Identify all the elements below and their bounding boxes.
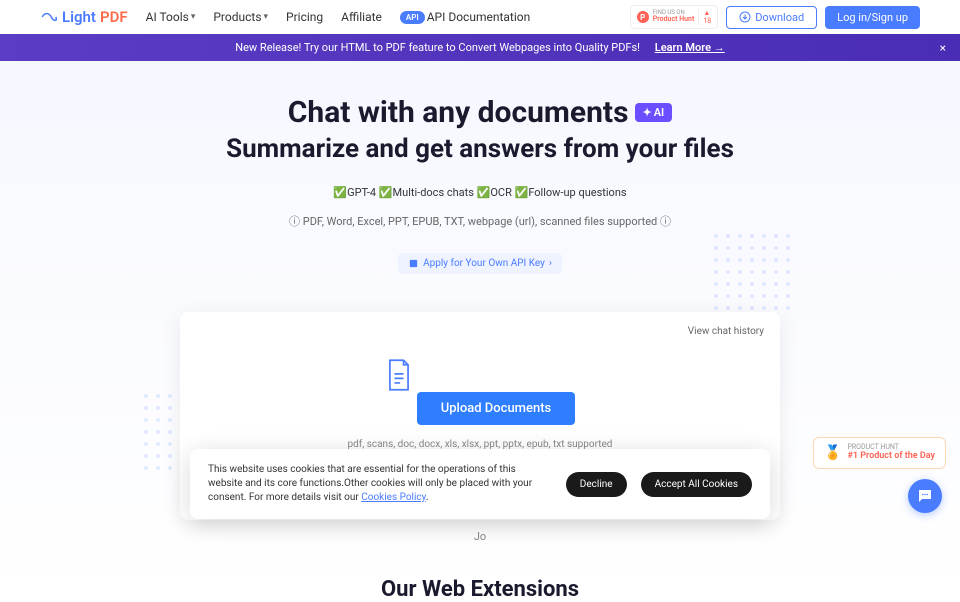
product-hunt-badge[interactable]: P FIND US ON Product Hunt ▲18 [630,5,718,29]
nav-affiliate[interactable]: Affiliate [341,10,382,24]
hero: Chat with any documents ✦ AI Summarize a… [0,61,960,292]
download-button[interactable]: Download [726,6,817,29]
header-left: LightPDF AI Tools▾ Products▾ Pricing Aff… [40,8,530,26]
supported-formats: ⓘ PDF, Word, Excel, PPT, EPUB, TXT, webp… [0,213,960,229]
extensions-title: Our Web Extensions [0,577,960,602]
supported-text: PDF, Word, Excel, PPT, EPUB, TXT, webpag… [303,215,657,228]
check-icon: ✅ [333,186,347,199]
upload-button[interactable]: Upload Documents [417,392,576,425]
promo-banner: New Release! Try our HTML to PDF feature… [0,34,960,61]
ph-count: ▲18 [698,9,711,25]
product-hunt-icon: P [637,11,649,23]
ai-badge: ✦ AI [635,103,673,122]
chevron-down-icon: ▾ [264,12,269,22]
view-history-link[interactable]: View chat history [688,326,764,337]
nav-products[interactable]: Products▾ [213,10,268,24]
nav-api-documentation[interactable]: APIAPI Documentation [400,10,530,24]
features: ✅GPT-4 ✅Multi-docs chats ✅OCR ✅Follow-up… [0,186,960,199]
nav-label: AI Tools [146,10,189,24]
ai-badge-text: AI [654,106,665,119]
feature-text: GPT-4 [347,186,376,199]
learn-label: Learn More [655,41,711,54]
check-icon: ✅ [379,186,393,199]
product-hunt-float[interactable]: 🏅 PRODUCT HUNT #1 Product of the Day [813,437,946,469]
ph-name: Product Hunt [653,16,695,24]
ph-text: FIND US ON Product Hunt [653,10,695,24]
feature-text: Follow-up questions [528,186,626,199]
medal-icon: 🏅 [824,445,841,461]
cookie-decline-button[interactable]: Decline [566,472,627,497]
check-icon: ✅ [515,186,529,199]
logo-text-pdf: PDF [100,8,128,26]
api-key-button[interactable]: Apply for Your Own API Key › [398,253,562,274]
cookie-text: This website uses cookies that are essen… [208,463,552,505]
ph-float-text: PRODUCT HUNT #1 Product of the Day [847,444,935,462]
banner-learn-more[interactable]: Learn More → [655,41,725,54]
logo-text-light: Light [62,8,96,26]
hero-title-text: Chat with any documents [288,95,629,130]
header: LightPDF AI Tools▾ Products▾ Pricing Aff… [0,0,960,34]
document-icon [385,358,413,392]
cookie-policy-link[interactable]: Cookies Policy [361,492,426,503]
nav-label: Products [213,10,261,24]
banner-close-icon[interactable]: × [940,41,946,55]
header-right: P FIND US ON Product Hunt ▲18 Download L… [630,5,920,29]
banner-text: New Release! Try our HTML to PDF feature… [235,41,640,54]
cookie-banner: This website uses cookies that are essen… [190,449,770,519]
chat-icon [916,487,934,505]
ph-float-bottom: #1 Product of the Day [847,452,935,462]
api-key-label: Apply for Your Own API Key [423,258,545,269]
logo-icon [40,8,58,26]
hero-title: Chat with any documents ✦ AI [288,95,672,130]
download-label: Download [755,11,804,24]
key-icon [408,258,419,269]
api-icon: API [400,11,425,24]
feature-text: Multi-docs chats [393,186,474,199]
logo[interactable]: LightPDF [40,8,128,26]
cookie-accept-button[interactable]: Accept All Cookies [641,472,752,497]
check-icon: ✅ [477,186,491,199]
join-text: Jo [0,530,960,543]
upload-area[interactable]: Upload Documents pdf, scans, doc, docx, … [196,328,764,460]
decoration-dots [710,230,790,310]
chevron-down-icon: ▾ [191,12,196,22]
nav-label: API Documentation [427,10,531,24]
ph-count-val: 18 [703,17,711,25]
nav-ai-tools[interactable]: AI Tools▾ [146,10,196,24]
hero-subtitle: Summarize and get answers from your file… [0,134,960,164]
feature-text: OCR [490,186,512,199]
login-button[interactable]: Log in/Sign up [825,6,920,29]
download-icon [739,11,751,23]
nav-pricing[interactable]: Pricing [286,10,323,24]
chat-bubble[interactable] [908,479,942,513]
